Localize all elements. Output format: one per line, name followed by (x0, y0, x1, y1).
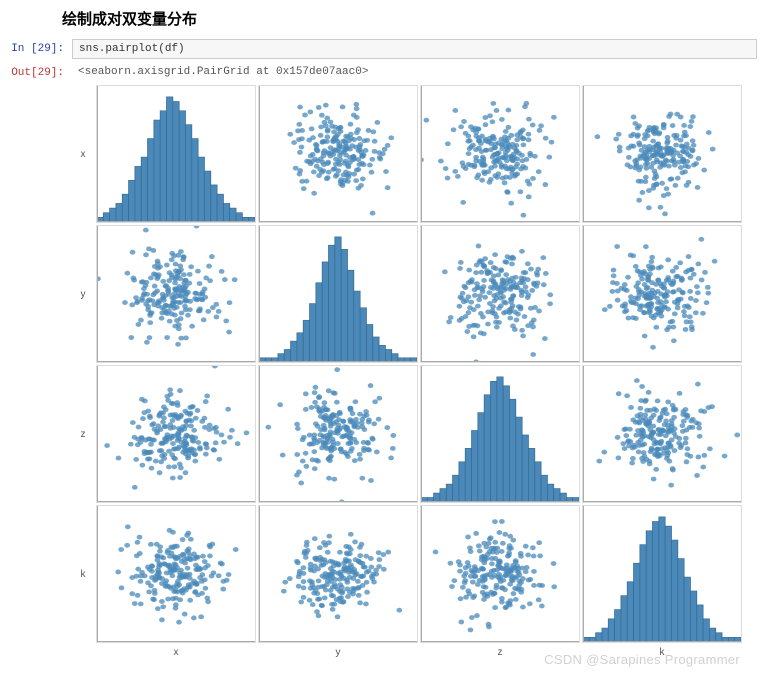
scatter-panel: -202 (258, 505, 418, 643)
histogram-panel (420, 365, 580, 503)
output-text: <seaborn.axisgrid.PairGrid at 0x157de07a… (72, 63, 767, 81)
scatter-panel (258, 365, 418, 503)
scatter-panel: 210-1-2-3-202 (96, 505, 256, 643)
scatter-panel: 210-1-2-3 (96, 365, 256, 503)
scatter-panel (582, 225, 742, 363)
x-axis-label: z (420, 645, 580, 669)
scatter-panel (420, 225, 580, 363)
output-cell: Out[29]: <seaborn.axisgrid.PairGrid at 0… (0, 63, 767, 81)
scatter-panel: 210-1-2-3 (96, 225, 256, 363)
code-input[interactable]: sns.pairplot(df) (72, 39, 757, 59)
pairplot-figure: x210-1-2-3y210-1-2-3z210-1-2-3k210-1-2-3… (72, 81, 752, 669)
x-axis-label: x (96, 645, 256, 669)
x-axis-label: k (582, 645, 742, 669)
scatter-panel (420, 85, 580, 223)
y-axis-label: x (72, 85, 94, 223)
section-heading: 绘制成对双变量分布 (0, 0, 767, 39)
y-axis-label: y (72, 225, 94, 363)
scatter-panel (582, 365, 742, 503)
histogram-panel: 210-1-2-3 (96, 85, 256, 223)
input-prompt: In [29]: (0, 39, 72, 59)
y-axis-label: k (72, 505, 94, 643)
output-prompt: Out[29]: (0, 63, 72, 81)
x-axis-label: y (258, 645, 418, 669)
input-cell: In [29]: sns.pairplot(df) (0, 39, 767, 59)
scatter-panel (582, 85, 742, 223)
histogram-panel: -202 (582, 505, 742, 643)
scatter-panel (258, 85, 418, 223)
y-axis-label: z (72, 365, 94, 503)
scatter-panel: -202 (420, 505, 580, 643)
histogram-panel (258, 225, 418, 363)
